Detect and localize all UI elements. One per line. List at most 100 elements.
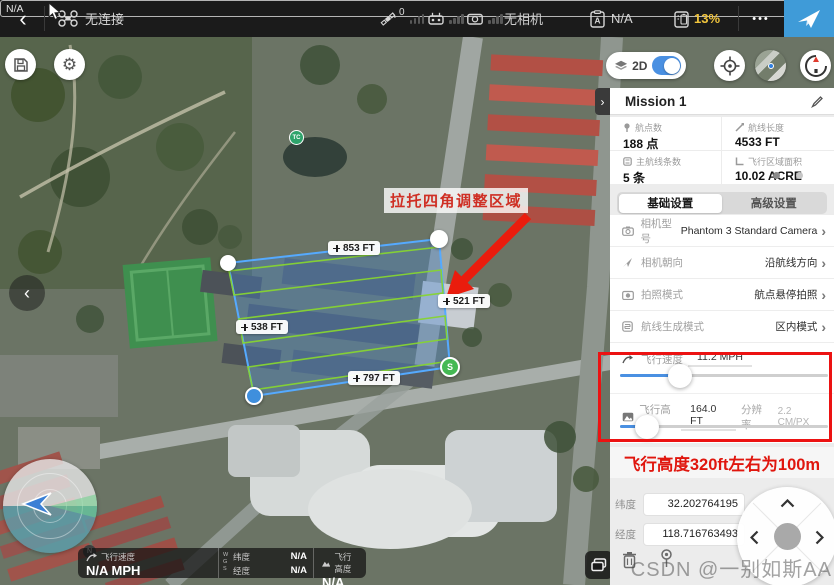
left-drawer-button[interactable]: ‹ (9, 275, 45, 311)
area-corner-handle-bottomleft[interactable] (245, 387, 263, 405)
toggle-knob (664, 58, 680, 74)
area-ruler-icon (735, 157, 744, 166)
map-type-switch-button[interactable] (755, 50, 786, 81)
back-button[interactable]: ‹ (8, 0, 38, 37)
telemetry-bar: 飞行速度 N/A MPH WGS 纬度N/A 经度N/A 飞行高度 N/A FT (78, 548, 366, 578)
altitude-note-banner: 飞行高度320ft左右为100m (610, 447, 834, 478)
tab-advanced-settings[interactable]: 高级设置 (722, 194, 826, 213)
heading-arrow-icon (622, 257, 633, 268)
pagination-dot[interactable] (796, 172, 803, 179)
save-mission-button[interactable] (5, 49, 36, 80)
minimap-location-dot (768, 63, 774, 69)
setting-camera-heading[interactable]: 相机朝向 沿航线方向 › (610, 247, 834, 279)
status-topbar: ‹ 无连接 N/A (0, 0, 834, 37)
checklist-icon: A (590, 10, 605, 28)
checklist-value: N/A (611, 11, 633, 26)
satellite-icon (380, 11, 397, 27)
remote-controller-status[interactable] (428, 0, 464, 37)
locate-me-button[interactable] (714, 50, 745, 81)
mission-settings-button[interactable]: ⚙ (54, 49, 85, 80)
gear-icon: ⚙ (62, 55, 77, 75)
altitude-slider-track[interactable] (620, 425, 828, 428)
wgs-label: WGS (223, 552, 230, 578)
dpad-left-button[interactable] (750, 530, 759, 545)
edge-length-bottom: 797 FT (363, 373, 395, 384)
camera-status-label: 无相机 (504, 0, 543, 37)
altitude-note-text: 飞行高度320ft左右为100m (624, 451, 820, 475)
stats-pagination[interactable] (773, 172, 803, 179)
layers-icon (615, 60, 627, 72)
route-length-icon (735, 123, 744, 132)
edge-length-left: 538 FT (251, 322, 283, 333)
chevron-right-icon: › (601, 95, 605, 109)
latitude-input[interactable]: 32.202764195 (643, 493, 745, 516)
camera-icon (622, 226, 634, 236)
setting-route-generation-mode[interactable]: 航线生成模式 区内模式 › (610, 311, 834, 343)
ruler-cross-icon (241, 324, 248, 331)
aircraft-heading-icon (21, 491, 55, 517)
ruler-cross-icon (353, 375, 360, 382)
edit-pencil-icon[interactable] (811, 95, 824, 108)
2d-3d-toggle[interactable] (652, 56, 681, 75)
speed-slider-row: 飞行速度 11.2 MPH (610, 343, 834, 393)
preflight-checklist[interactable]: A N/A (590, 0, 633, 37)
battery-status[interactable]: 13% (674, 0, 720, 37)
tab-basic-settings[interactable]: 基础设置 (619, 194, 723, 213)
speed-icon (622, 355, 633, 364)
camera-signal-status[interactable] (467, 0, 503, 37)
drag-corners-annotation: 拉托四角调整区域 (384, 188, 528, 213)
altitude-slider-handle[interactable] (635, 415, 659, 439)
route-mode-icon (622, 321, 633, 332)
settings-tabs: 基础设置 高级设置 (617, 192, 827, 214)
longitude-input[interactable]: 118.716763493 (643, 523, 745, 546)
svg-text:A: A (594, 15, 600, 25)
aircraft-connection-status[interactable]: 无连接 (58, 0, 124, 37)
dpad-center-button[interactable] (774, 523, 801, 550)
area-corner-handle-topleft[interactable] (220, 255, 236, 271)
telemetry-speed-value: N/A MPH (86, 564, 210, 577)
gps-status[interactable]: 0 (380, 0, 424, 37)
more-menu-button[interactable]: ••• (744, 0, 778, 37)
telemetry-altitude: 飞行高度 N/A FT (313, 548, 366, 578)
camera-signal-bars (488, 14, 503, 24)
telemetry-speed: 飞行速度 N/A MPH (78, 548, 218, 578)
attitude-indicator[interactable] (3, 459, 97, 553)
watermark: CSDN @一别如斯AA (631, 553, 832, 582)
latitude-label: 纬度 (615, 497, 637, 512)
latitude-row: 纬度 32.202764195 (615, 492, 745, 516)
flight-parameter-sliders: 飞行速度 11.2 MPH 飞行高度 164.0 FT 分辨率 2.2 CM/P… (610, 343, 834, 443)
ground-station-app: S TC 853 FT 521 FT 538 FT 797 FT 拉托四角调整区… (0, 0, 834, 585)
stat-route-length: 航线长度 4533 FT (722, 117, 834, 151)
overlay-windows-button[interactable] (585, 551, 613, 579)
drone-icon (58, 10, 78, 27)
takeoff-button[interactable] (784, 0, 834, 37)
topbar-divider (44, 6, 45, 31)
setting-photo-mode[interactable]: 拍照模式 航点悬停拍照 › (610, 279, 834, 311)
route-start-marker[interactable]: S (440, 357, 460, 377)
battery-icon (674, 10, 689, 28)
mission-panel: › Mission 1 航点数 188 点 航线长度 4533 FT (610, 88, 834, 585)
chevron-right-icon: › (821, 288, 826, 302)
setting-camera-model[interactable]: 相机型号 Phantom 3 Standard Camera › (610, 215, 834, 247)
pagination-dot-active[interactable] (773, 172, 780, 179)
airplane-icon (797, 8, 821, 30)
ellipsis-icon: ••• (752, 13, 770, 25)
dpad-right-button[interactable] (815, 530, 824, 545)
settings-list: 相机型号 Phantom 3 Standard Camera › 相机朝向 沿航… (610, 215, 834, 343)
map-poi-marker[interactable]: TC (289, 130, 304, 145)
gps-signal-bars (410, 14, 425, 24)
map-mode-pill: 2D (606, 52, 686, 79)
speed-icon (86, 553, 97, 562)
telemetry-coordinates: WGS 纬度N/A 经度N/A (218, 548, 313, 578)
panel-collapse-button[interactable]: › (595, 88, 610, 115)
compass-reset-button[interactable] (800, 50, 831, 81)
telemetry-altitude-value: N/A FT (322, 576, 358, 585)
area-corner-handle-topright[interactable] (430, 230, 448, 248)
connection-status-label: 无连接 (85, 9, 124, 28)
speed-slider-track[interactable] (620, 374, 828, 377)
telemetry-lat-value: N/A (291, 551, 307, 563)
dpad-up-button[interactable] (780, 499, 795, 508)
speed-slider-handle[interactable] (668, 364, 692, 388)
mission-header: Mission 1 (610, 88, 834, 115)
chevron-right-icon: › (821, 256, 826, 270)
